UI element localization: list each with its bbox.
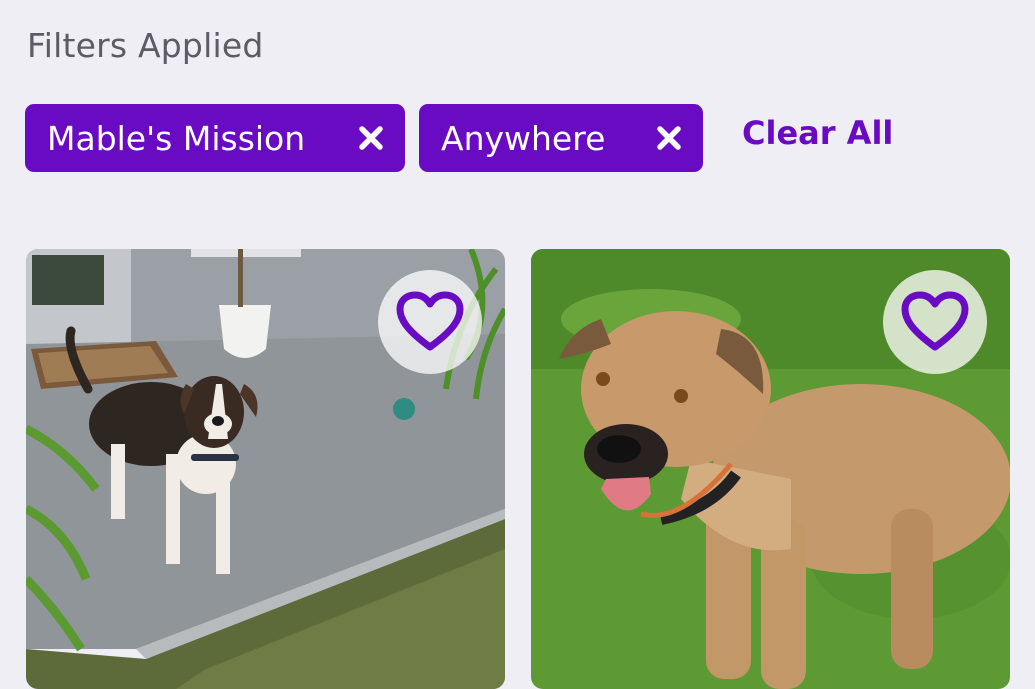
pet-card[interactable] <box>531 249 1010 689</box>
filters-applied-heading: Filters Applied <box>27 26 264 65</box>
heart-outline-icon <box>901 291 969 351</box>
close-icon[interactable] <box>357 124 385 152</box>
filter-chip-mables-mission[interactable]: Mable's Mission <box>25 104 405 172</box>
filter-chip-label: Mable's Mission <box>47 118 306 158</box>
filter-chip-label: Anywhere <box>441 118 606 158</box>
clear-all-button[interactable]: Clear All <box>742 114 893 152</box>
heart-outline-icon <box>396 291 464 351</box>
filter-chip-anywhere[interactable]: Anywhere <box>419 104 703 172</box>
close-icon[interactable] <box>655 124 683 152</box>
favorite-button[interactable] <box>378 270 482 374</box>
pet-card[interactable] <box>26 249 505 689</box>
favorite-button[interactable] <box>883 270 987 374</box>
